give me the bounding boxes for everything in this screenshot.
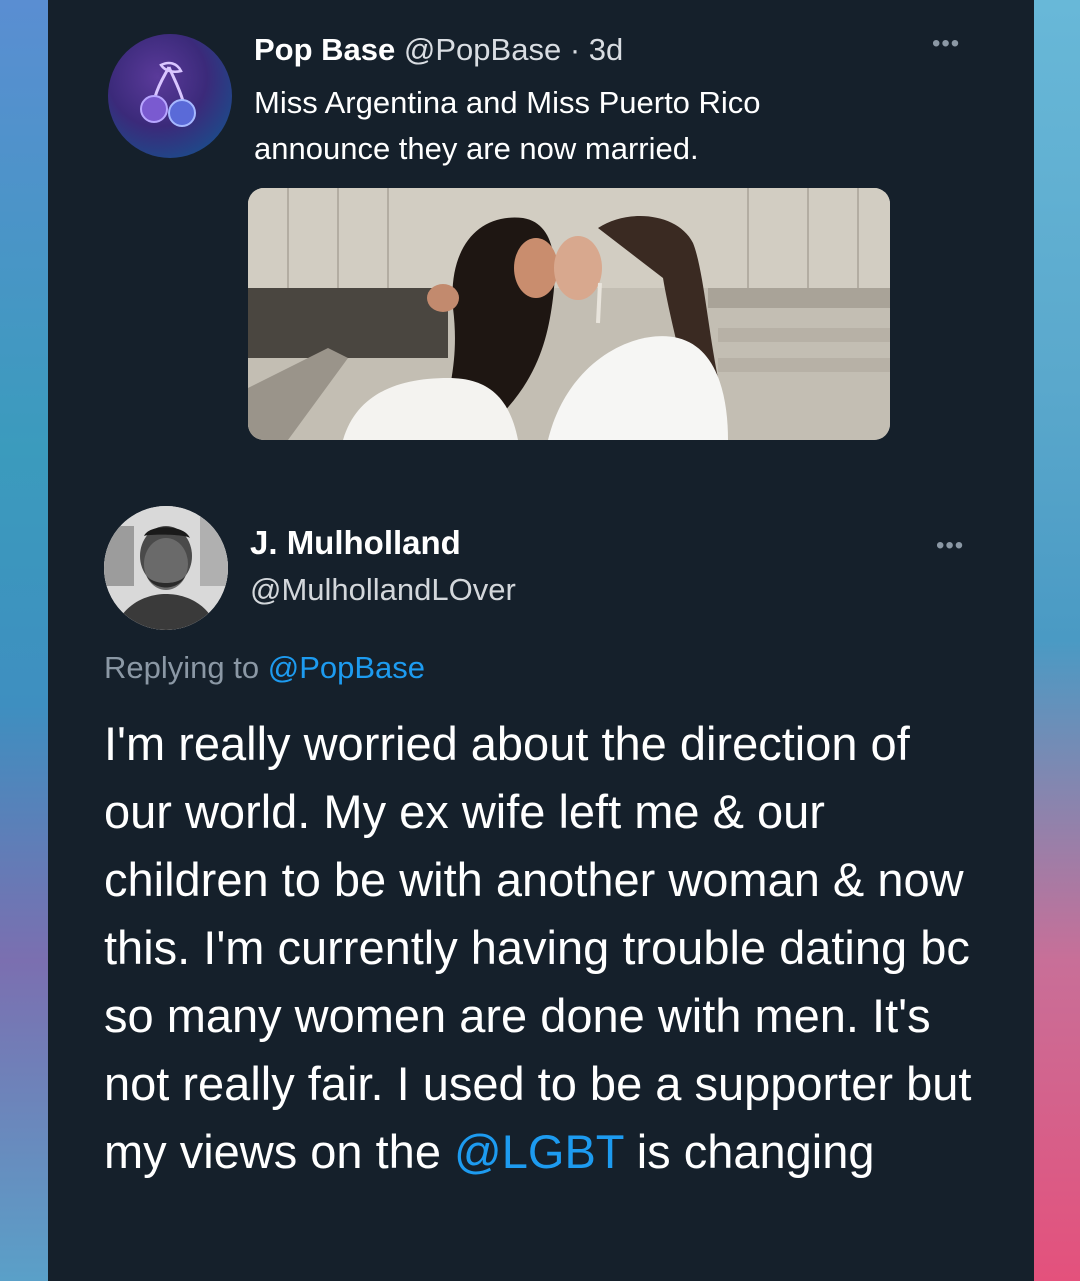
author-handle[interactable]: @PopBase: [404, 32, 561, 67]
reply-author-handle[interactable]: @MulhollandLOver: [250, 572, 516, 608]
photo-illustration: [248, 188, 890, 440]
right-gradient-border: [1034, 0, 1080, 1281]
replying-prefix: Replying to: [104, 650, 260, 685]
profile-photo: [104, 506, 228, 630]
popbase-avatar[interactable]: [108, 34, 232, 158]
lgbt-mention-link[interactable]: @LGBT: [454, 1125, 624, 1178]
tweet-photo[interactable]: [248, 188, 890, 440]
author-name[interactable]: Pop Base: [254, 32, 395, 67]
replying-to-link[interactable]: @PopBase: [268, 650, 425, 685]
left-gradient-border: [0, 0, 48, 1281]
mulholland-avatar[interactable]: [104, 506, 228, 630]
reply-author-name[interactable]: J. Mulholland: [250, 524, 461, 562]
separator-dot: ·: [569, 32, 581, 67]
tweet-text: Miss Argentina and Miss Puerto Rico anno…: [254, 85, 761, 166]
replying-to-line: Replying to @PopBase: [104, 650, 425, 686]
reply-text-main: I'm really worried about the direction o…: [104, 717, 972, 1178]
tweet-time[interactable]: 3d: [589, 32, 623, 67]
original-tweet[interactable]: Pop Base @PopBase · 3d ••• Miss Argentin…: [48, 0, 1034, 470]
reply-tweet[interactable]: J. Mulholland @MulhollandLOver ••• Reply…: [48, 490, 1034, 1281]
reply-text: I'm really worried about the direction o…: [104, 710, 984, 1186]
reply-text-end: is changing: [636, 1125, 875, 1178]
tweet-header: Pop Base @PopBase · 3d: [254, 32, 623, 68]
tweet-panel: Pop Base @PopBase · 3d ••• Miss Argentin…: [48, 0, 1034, 1281]
more-horizontal-icon[interactable]: •••: [932, 30, 960, 58]
more-horizontal-icon[interactable]: •••: [936, 532, 964, 560]
cherry-icon: [140, 61, 196, 127]
